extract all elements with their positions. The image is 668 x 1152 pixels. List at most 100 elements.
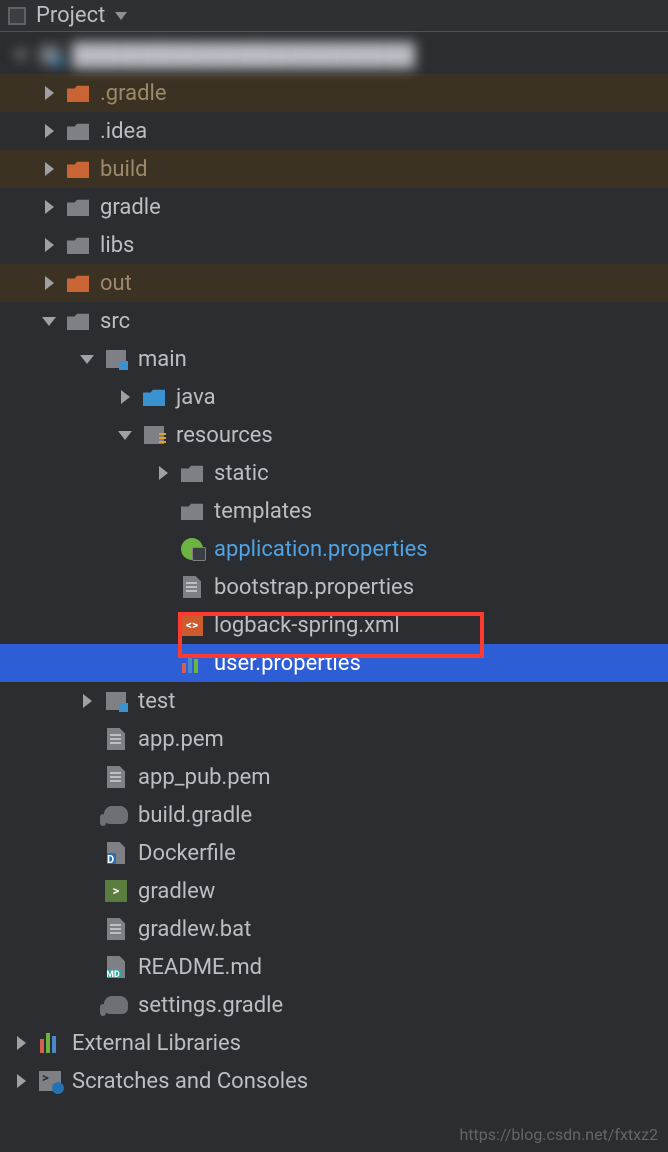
expand-toggle[interactable]: [80, 694, 94, 708]
folder-icon: [66, 195, 90, 219]
scratches-consoles[interactable]: Scratches and Consoles: [0, 1062, 668, 1100]
expand-toggle[interactable]: [156, 466, 170, 480]
folder-build[interactable]: build: [0, 150, 668, 188]
file-readme-md[interactable]: README.md: [0, 948, 668, 986]
tree-label: static: [214, 461, 269, 486]
file-user-properties[interactable]: user.properties: [0, 644, 668, 682]
expand-toggle[interactable]: [42, 86, 56, 100]
expand-toggle[interactable]: [118, 390, 132, 404]
folder-main[interactable]: main: [0, 340, 668, 378]
gradle-icon: [104, 803, 128, 827]
source-folder-icon: [142, 385, 166, 409]
module-icon: [104, 689, 128, 713]
folder-resources[interactable]: resources: [0, 416, 668, 454]
file-build-gradle[interactable]: build.gradle: [0, 796, 668, 834]
expand-toggle[interactable]: [14, 1074, 28, 1088]
tree-label: logback-spring.xml: [214, 613, 400, 638]
shell-script-icon: [104, 879, 128, 903]
folder-src[interactable]: src: [0, 302, 668, 340]
gradle-icon: [104, 993, 128, 1017]
tree-label: user.properties: [214, 651, 361, 676]
properties-file-icon: [180, 575, 204, 599]
file-app-pub-pem[interactable]: app_pub.pem: [0, 758, 668, 796]
tree-label: .gradle: [100, 81, 167, 106]
tree-label: build.gradle: [138, 803, 252, 828]
file-dockerfile[interactable]: Dockerfile: [0, 834, 668, 872]
folder-excluded-icon: [66, 271, 90, 295]
tree-label: Scratches and Consoles: [72, 1069, 308, 1094]
tree-label: application.properties: [214, 537, 428, 562]
folder-icon: [180, 461, 204, 485]
file-gradlew-bat[interactable]: gradlew.bat: [0, 910, 668, 948]
tree-label: libs: [100, 233, 134, 258]
folder-gradle-dir[interactable]: .gradle: [0, 74, 668, 112]
file-application-properties[interactable]: application.properties: [0, 530, 668, 568]
expand-toggle[interactable]: [42, 162, 56, 176]
tree-label: build: [100, 157, 148, 182]
expand-toggle[interactable]: [14, 1036, 28, 1050]
tree-label: Dockerfile: [138, 841, 236, 866]
tool-window-header: Project: [0, 0, 668, 32]
expand-toggle[interactable]: [42, 276, 56, 290]
tree-label: ██████████████████████: [72, 42, 415, 68]
folder-idea[interactable]: .idea: [0, 112, 668, 150]
folder-static[interactable]: static: [0, 454, 668, 492]
tree-label: settings.gradle: [138, 993, 283, 1018]
folder-java[interactable]: java: [0, 378, 668, 416]
folder-libs[interactable]: libs: [0, 226, 668, 264]
tree-label: gradlew: [138, 879, 215, 904]
tree-label: README.md: [138, 955, 262, 980]
file-app-pem[interactable]: app.pem: [0, 720, 668, 758]
expand-toggle[interactable]: [14, 51, 28, 60]
library-icon: [38, 1031, 62, 1055]
chevron-down-icon[interactable]: [115, 12, 127, 20]
dockerfile-icon: [104, 841, 128, 865]
file-icon: [104, 727, 128, 751]
module-icon: [38, 43, 62, 67]
file-settings-gradle[interactable]: settings.gradle: [0, 986, 668, 1024]
watermark-text: https://blog.csdn.net/fxtxz2: [459, 1125, 658, 1144]
tree-label: test: [138, 689, 175, 714]
folder-icon: [66, 309, 90, 333]
project-root[interactable]: ██████████████████████: [0, 36, 668, 74]
tree-label: main: [138, 347, 187, 372]
tree-label: resources: [176, 423, 273, 448]
folder-icon: [180, 499, 204, 523]
folder-gradle[interactable]: gradle: [0, 188, 668, 226]
properties-file-icon: [180, 651, 204, 675]
project-tool-icon: [8, 7, 26, 25]
folder-test[interactable]: test: [0, 682, 668, 720]
folder-out[interactable]: out: [0, 264, 668, 302]
folder-icon: [66, 119, 90, 143]
scratches-icon: [38, 1069, 62, 1093]
tree-label: app.pem: [138, 727, 224, 752]
tree-label: gradlew.bat: [138, 917, 251, 942]
expand-toggle[interactable]: [118, 431, 132, 440]
external-libraries[interactable]: External Libraries: [0, 1024, 668, 1062]
folder-excluded-icon: [66, 157, 90, 181]
tree-label: src: [100, 309, 130, 334]
file-gradlew[interactable]: gradlew: [0, 872, 668, 910]
expand-toggle[interactable]: [42, 317, 56, 326]
tree-label: .idea: [100, 119, 147, 144]
file-bootstrap-properties[interactable]: bootstrap.properties: [0, 568, 668, 606]
tree-label: bootstrap.properties: [214, 575, 414, 600]
folder-excluded-icon: [66, 81, 90, 105]
tree-label: out: [100, 271, 132, 296]
expand-toggle[interactable]: [42, 200, 56, 214]
expand-toggle[interactable]: [42, 238, 56, 252]
spring-icon: [180, 537, 204, 561]
tool-window-title: Project: [36, 3, 105, 28]
expand-toggle[interactable]: [80, 355, 94, 364]
xml-file-icon: <>: [180, 613, 204, 637]
tree-label: gradle: [100, 195, 161, 220]
file-logback-spring-xml[interactable]: <> logback-spring.xml: [0, 606, 668, 644]
folder-icon: [66, 233, 90, 257]
project-tree: ██████████████████████ .gradle .idea bui…: [0, 32, 668, 1100]
expand-toggle[interactable]: [42, 124, 56, 138]
file-icon: [104, 765, 128, 789]
tree-label: templates: [214, 499, 312, 524]
folder-templates[interactable]: templates: [0, 492, 668, 530]
tree-label: app_pub.pem: [138, 765, 271, 790]
tree-label: java: [176, 385, 216, 410]
